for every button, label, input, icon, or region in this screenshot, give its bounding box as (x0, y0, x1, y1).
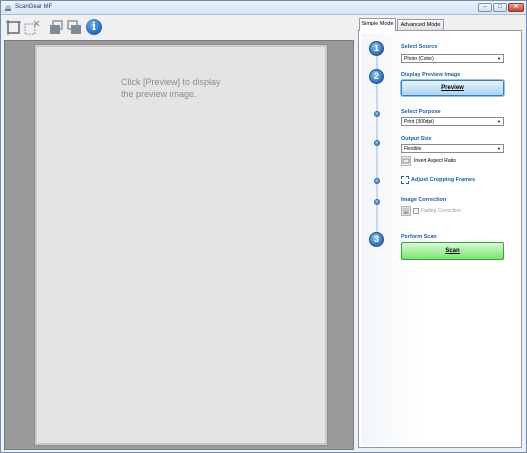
step-1-badge: 1 (369, 41, 384, 56)
minimize-button[interactable]: – (478, 3, 492, 12)
scanner-app-icon (5, 5, 11, 11)
remove-crop-icon[interactable] (23, 19, 40, 36)
preview-button[interactable]: Preview (400, 79, 505, 97)
invert-aspect-ratio-label: Invert Aspect Ratio (414, 158, 456, 164)
step-3-badge: 3 (369, 232, 384, 247)
info-glyph: i (91, 20, 97, 33)
fading-correction-checkbox[interactable] (413, 208, 419, 214)
rotate-right-icon[interactable] (66, 19, 83, 36)
crop-step-dot (374, 178, 380, 184)
preview-page[interactable]: Click [Preview] to display the preview i… (34, 44, 328, 446)
purpose-select[interactable]: Print (300dpi) ▼ (401, 117, 504, 126)
scangear-window: ScanGear MF – □ ✕ i Click [Preview] to d… (0, 0, 527, 453)
select-purpose-label: Select Purpose (401, 109, 441, 115)
invert-aspect-ratio-button[interactable] (401, 156, 411, 166)
photo-icon (403, 208, 409, 214)
crop-frame-icon[interactable] (5, 19, 22, 36)
info-icon[interactable]: i (86, 19, 102, 35)
perform-scan-label: Perform Scan (401, 234, 437, 240)
title-bar: ScanGear MF – □ ✕ (1, 1, 526, 15)
preview-area[interactable]: Click [Preview] to display the preview i… (4, 40, 354, 450)
chevron-down-icon: ▼ (497, 119, 501, 124)
adjust-cropping-frames-link[interactable]: Adjust Cropping Frames (411, 177, 475, 183)
purpose-step-dot (374, 111, 380, 117)
purpose-select-value: Print (300dpi) (404, 119, 435, 125)
scan-button[interactable]: Scan (401, 242, 504, 260)
output-size-select[interactable]: Flexible ▼ (401, 144, 504, 153)
output-size-select-value: Flexible (404, 146, 422, 152)
source-select-value: Photo (Color) (404, 56, 434, 62)
chevron-down-icon: ▼ (497, 56, 501, 61)
step-2-badge: 2 (369, 69, 384, 84)
preview-placeholder-text: Click [Preview] to display the preview i… (121, 77, 221, 99)
close-button[interactable]: ✕ (508, 3, 524, 12)
image-correction-label: Image Correction (401, 197, 447, 203)
minimize-icon: – (483, 4, 487, 10)
fading-correction-label: Fading Correction (421, 208, 461, 214)
output-step-dot (374, 140, 380, 146)
close-icon: ✕ (513, 4, 519, 10)
source-select[interactable]: Photo (Color) ▼ (401, 54, 504, 63)
crop-frames-icon[interactable] (401, 176, 409, 184)
toolbar: i (1, 16, 358, 40)
select-source-label: Select Source (401, 44, 438, 50)
correction-step-dot (374, 199, 380, 205)
rotate-left-icon[interactable] (47, 19, 64, 36)
aspect-ratio-icon (402, 158, 410, 164)
tab-simple-mode[interactable]: Simple Mode (359, 18, 396, 31)
window-title: ScanGear MF (15, 4, 53, 10)
fading-correction-icon (401, 206, 411, 216)
maximize-button[interactable]: □ (493, 3, 507, 12)
tab-advanced-mode[interactable]: Advanced Mode (397, 19, 444, 30)
chevron-down-icon: ▼ (497, 146, 501, 151)
display-preview-label: Display Preview Image (401, 72, 461, 78)
maximize-icon: □ (498, 4, 502, 10)
output-size-label: Output Size (401, 136, 432, 142)
